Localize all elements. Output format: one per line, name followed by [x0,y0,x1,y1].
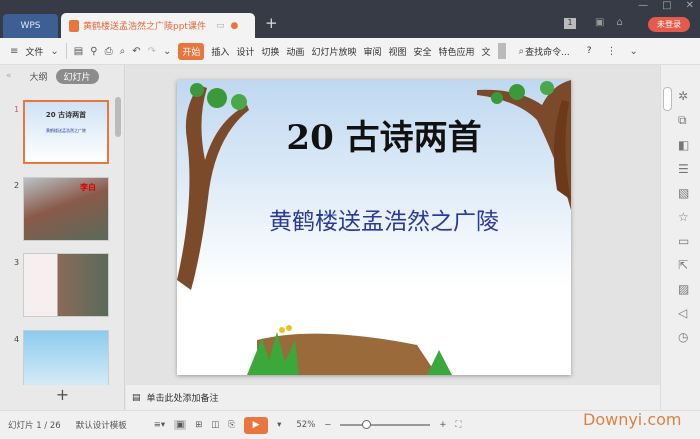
slide[interactable]: 20 古诗两首 黄鹤楼送孟浩然之广陵 [177,80,571,375]
shirt-icon[interactable]: ⌂ [616,17,622,28]
animation-icon[interactable]: ✲ [678,89,689,103]
notes-area[interactable]: ▤ 单击此处添加备注 [126,385,660,410]
slide-number: 1 [14,105,20,114]
wps-label: WPS [20,21,41,31]
zoom-level[interactable]: 52% [296,420,315,430]
layout-icon[interactable]: ⧉ [678,113,689,128]
search-icon[interactable]: ⌕ [519,46,525,57]
monitor-icon[interactable]: ▭ [216,21,225,31]
notes-icon: ▤ [132,392,141,403]
tab-home[interactable]: 开始 [178,42,205,60]
slide-subtitle[interactable]: 黄鹤楼送孟浩然之广陵 [177,202,571,236]
chevron-down-icon[interactable]: ⌄ [50,46,58,57]
close-button[interactable]: ✕ [686,0,694,11]
zoom-in-button[interactable]: + [439,420,446,430]
tab-special-apps[interactable]: 特色应用 [439,45,475,58]
tab-view[interactable]: 视图 [388,45,406,58]
notes-toggle-icon[interactable]: ≡▾ [154,420,165,430]
audio-icon[interactable]: ◁ [678,306,689,320]
right-sidebar: ✲ ⧉ ◧ ☰ ▧ ☆ ▭ ⇱ ▨ ◁ ◷ [660,65,700,410]
normal-view-icon[interactable]: ▣ [174,420,187,430]
template-name[interactable]: 默认设计模板 [76,419,127,431]
tab-slides[interactable]: 幻灯片 [55,68,99,84]
slide-thumbnail-2[interactable]: 李白 [23,177,109,241]
tab-slideshow[interactable]: 幻灯片放映 [311,45,356,58]
tab-transition[interactable]: 切换 [261,45,279,58]
template-icon[interactable]: ▭ [678,234,689,248]
clock-icon[interactable]: ◷ [678,330,689,344]
thumb-text: 李白 [80,183,96,192]
slide-title[interactable]: 20 古诗两首 [177,110,571,159]
window-count-badge[interactable]: 1 [564,18,576,29]
ppt-file-icon [69,19,79,32]
minimize-button[interactable]: — [638,0,648,11]
play-slideshow-button[interactable]: ▶ [244,416,269,434]
print-preview-icon[interactable]: ⌕ [120,46,126,57]
document-tab[interactable]: 黄鹤楼送孟浩然之广陵ppt课件 ▭ ● [61,13,255,38]
divider [65,43,67,59]
tab-security[interactable]: 安全 [413,45,431,58]
help-button[interactable]: ? [587,46,592,56]
tab-animation[interactable]: 动画 [286,45,304,58]
image-icon[interactable]: ▨ [678,282,689,296]
watermark: Downyi.com [583,410,682,429]
zoom-out-button[interactable]: − [324,420,331,430]
tab-scroll[interactable] [497,43,506,59]
zoom-slider-knob[interactable] [362,420,372,429]
skin-icon[interactable]: ▣ [595,17,604,28]
wps-home-tab[interactable]: WPS [3,14,58,38]
tab-insert[interactable]: 插入 [211,45,229,58]
unsaved-dot-icon: ● [230,20,239,31]
add-slide-button[interactable]: + [0,385,125,404]
save-icon[interactable]: ▤ [74,46,83,57]
title-bar: WPS 黄鹤楼送孟浩然之广陵ppt课件 ▭ ● + 1 ▣ ⌂ 未登录 — □ ✕ [0,0,700,38]
print-icon[interactable]: ⎙ [105,46,113,57]
zoom-slider[interactable] [340,420,431,429]
file-menu[interactable]: 文件 [25,45,43,58]
slide-count: 幻灯片 1 / 26 [8,421,61,431]
tab-outline[interactable]: 大纲 [30,70,48,83]
thumb-title: 20 古诗两首 [45,111,87,119]
slide-thumbnail-1[interactable]: 20 古诗两首 黄鹤楼送孟浩然之广陵 [23,100,109,164]
picture-gallery-icon[interactable]: ▧ [678,186,689,200]
slide-number: 2 [14,181,20,190]
menu-icon[interactable]: ≡ [10,46,18,57]
shapes-icon[interactable]: ◧ [678,138,689,152]
command-search[interactable]: 查找命令... [525,45,570,58]
tab-review[interactable]: 审阅 [363,45,381,58]
slide-thumbnail-3[interactable] [23,253,109,317]
reading-view-icon[interactable]: ◫ [211,420,219,430]
star-icon[interactable]: ☆ [678,210,689,224]
play-options-icon[interactable]: ▾ [277,420,281,430]
login-button[interactable]: 未登录 [648,17,690,32]
canvas-scrollbar[interactable] [663,87,672,111]
undo-icon[interactable]: ↶ [132,46,140,57]
tab-more[interactable]: 文 [482,45,491,58]
presenter-icon[interactable]: ⎘ [228,420,235,430]
slide-panel: « 大纲 幻灯片 1 20 古诗两首 黄鹤楼送孟浩然之广陵 2 李白 3 4 + [0,65,125,410]
ribbon-toolbar: ≡ 文件 ⌄ ▤ ⚲ ⎙ ⌕ ↶ ↷ ⌄ 开始 插入 设计 切换 动画 幻灯片放… [0,38,700,65]
format-painter-icon[interactable]: ⚲ [90,46,97,57]
collapse-panel-icon[interactable]: « [6,71,12,81]
more-icon[interactable]: ⌄ [163,46,171,57]
panel-scrollbar[interactable] [115,97,121,137]
settings-sliders-icon[interactable]: ☰ [678,162,689,176]
share-icon[interactable]: ⇱ [678,258,689,272]
document-tab-title: 黄鹤楼送孟浩然之广陵ppt课件 [83,22,206,32]
fit-window-icon[interactable]: ⛶ [456,420,462,430]
redo-icon[interactable]: ↷ [148,46,156,57]
thumb-subtitle: 黄鹤楼送孟浩然之广陵 [46,128,86,133]
collapse-ribbon-icon[interactable]: ⌄ [630,46,638,57]
new-tab-button[interactable]: + [265,14,278,32]
tab-design[interactable]: 设计 [236,45,254,58]
slide-canvas: 20 古诗两首 黄鹤楼送孟浩然之广陵 [126,65,660,385]
notes-placeholder[interactable]: 单击此处添加备注 [147,391,219,404]
slide-sorter-icon[interactable]: ⊞ [195,420,202,430]
maximize-button[interactable]: □ [662,0,671,11]
slide-thumbnail-4[interactable] [23,330,109,385]
more-vertical-icon[interactable]: ⋮ [607,46,617,57]
slide-number: 3 [14,258,20,267]
slide-number: 4 [14,335,20,344]
